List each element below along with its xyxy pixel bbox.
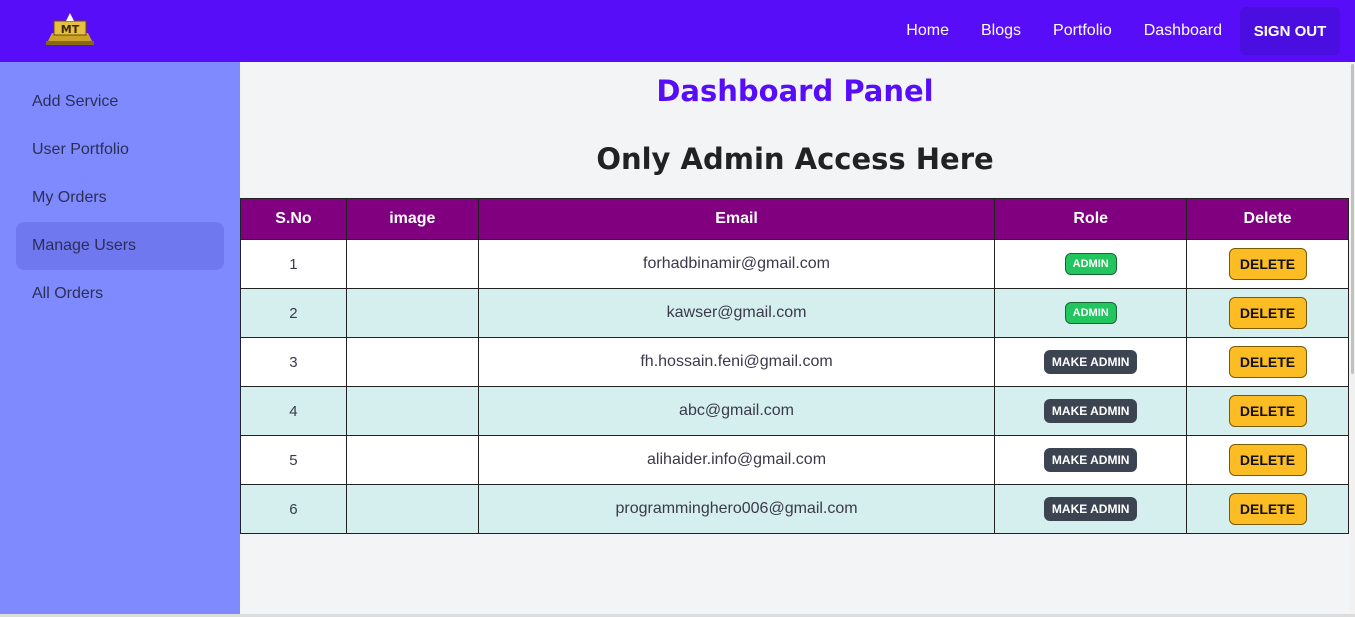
table-row: 5 alihaider.info@gmail.com MAKE ADMIN DE… <box>240 435 1349 485</box>
users-table: S.No image Email Role Delete 1 forhadbin… <box>240 198 1349 534</box>
row-sno: 1 <box>240 239 347 289</box>
logo[interactable]: MT <box>40 11 100 47</box>
row-image <box>345 288 479 338</box>
make-admin-button[interactable]: MAKE ADMIN <box>1043 497 1138 521</box>
row-sno: 5 <box>240 435 347 485</box>
nav-link-home[interactable]: Home <box>890 7 965 55</box>
row-delete-cell: DELETE <box>1186 239 1349 289</box>
nav-menu: Home Blogs Portfolio Dashboard SIGN OUT <box>890 0 1340 62</box>
nav-link-blogs[interactable]: Blogs <box>965 7 1037 55</box>
row-sno: 4 <box>240 386 347 436</box>
row-role-cell: ADMIN <box>994 239 1188 289</box>
page-title: Dashboard Panel <box>656 74 934 108</box>
delete-button[interactable]: DELETE <box>1228 395 1307 427</box>
column-header-image: image <box>345 198 479 240</box>
make-admin-button[interactable]: MAKE ADMIN <box>1043 448 1138 472</box>
delete-button[interactable]: DELETE <box>1228 346 1307 378</box>
row-email: abc@gmail.com <box>477 386 996 436</box>
row-email: alihaider.info@gmail.com <box>477 435 996 485</box>
row-role-cell: MAKE ADMIN <box>994 337 1188 387</box>
row-sno: 2 <box>240 288 347 338</box>
sidebar-item-my-orders[interactable]: My Orders <box>16 174 224 222</box>
row-delete-cell: DELETE <box>1186 337 1349 387</box>
table-row: 3 fh.hossain.feni@gmail.com MAKE ADMIN D… <box>240 337 1349 387</box>
column-header-sno: S.No <box>240 198 347 240</box>
table-row: 1 forhadbinamir@gmail.com ADMIN DELETE <box>240 239 1349 289</box>
row-email: programminghero006@gmail.com <box>477 484 996 534</box>
make-admin-button[interactable]: MAKE ADMIN <box>1043 399 1138 423</box>
table-row: 2 kawser@gmail.com ADMIN DELETE <box>240 288 1349 338</box>
row-role-cell: ADMIN <box>994 288 1188 338</box>
table-row: 4 abc@gmail.com MAKE ADMIN DELETE <box>240 386 1349 436</box>
sign-out-button[interactable]: SIGN OUT <box>1240 7 1340 55</box>
delete-button[interactable]: DELETE <box>1228 493 1307 525</box>
row-delete-cell: DELETE <box>1186 435 1349 485</box>
row-delete-cell: DELETE <box>1186 484 1349 534</box>
row-sno: 6 <box>240 484 347 534</box>
row-delete-cell: DELETE <box>1186 386 1349 436</box>
delete-button[interactable]: DELETE <box>1228 248 1307 280</box>
table-header-row: S.No image Email Role Delete <box>240 198 1349 240</box>
top-navbar: MT Home Blogs Portfolio Dashboard SIGN O… <box>0 0 1355 62</box>
svg-text:MT: MT <box>61 23 80 36</box>
nav-link-dashboard[interactable]: Dashboard <box>1128 7 1238 55</box>
row-role-cell: MAKE ADMIN <box>994 386 1188 436</box>
delete-button[interactable]: DELETE <box>1228 297 1307 329</box>
column-header-role: Role <box>994 198 1188 240</box>
nav-link-portfolio[interactable]: Portfolio <box>1037 7 1128 55</box>
admin-badge: ADMIN <box>1064 302 1117 324</box>
row-image <box>345 337 479 387</box>
sidebar-item-all-orders[interactable]: All Orders <box>16 270 224 318</box>
scrollbar-thumb[interactable] <box>1351 64 1354 374</box>
sidebar-item-add-service[interactable]: Add Service <box>16 78 224 126</box>
main-content: Dashboard Panel Only Admin Access Here S… <box>240 62 1350 615</box>
page-subtitle: Only Admin Access Here <box>596 142 994 176</box>
column-header-email: Email <box>477 198 996 240</box>
row-image <box>345 484 479 534</box>
sidebar-item-manage-users[interactable]: Manage Users <box>16 222 224 270</box>
row-role-cell: MAKE ADMIN <box>994 484 1188 534</box>
sidebar: Add Service User Portfolio My Orders Man… <box>0 62 240 617</box>
row-image <box>345 239 479 289</box>
row-email: kawser@gmail.com <box>477 288 996 338</box>
column-header-delete: Delete <box>1186 198 1349 240</box>
sidebar-item-user-portfolio[interactable]: User Portfolio <box>16 126 224 174</box>
make-admin-button[interactable]: MAKE ADMIN <box>1043 350 1138 374</box>
row-delete-cell: DELETE <box>1186 288 1349 338</box>
row-sno: 3 <box>240 337 347 387</box>
admin-badge: ADMIN <box>1064 253 1117 275</box>
row-image <box>345 386 479 436</box>
row-image <box>345 435 479 485</box>
table-row: 6 programminghero006@gmail.com MAKE ADMI… <box>240 484 1349 534</box>
row-email: forhadbinamir@gmail.com <box>477 239 996 289</box>
delete-button[interactable]: DELETE <box>1228 444 1307 476</box>
row-role-cell: MAKE ADMIN <box>994 435 1188 485</box>
row-email: fh.hossain.feni@gmail.com <box>477 337 996 387</box>
